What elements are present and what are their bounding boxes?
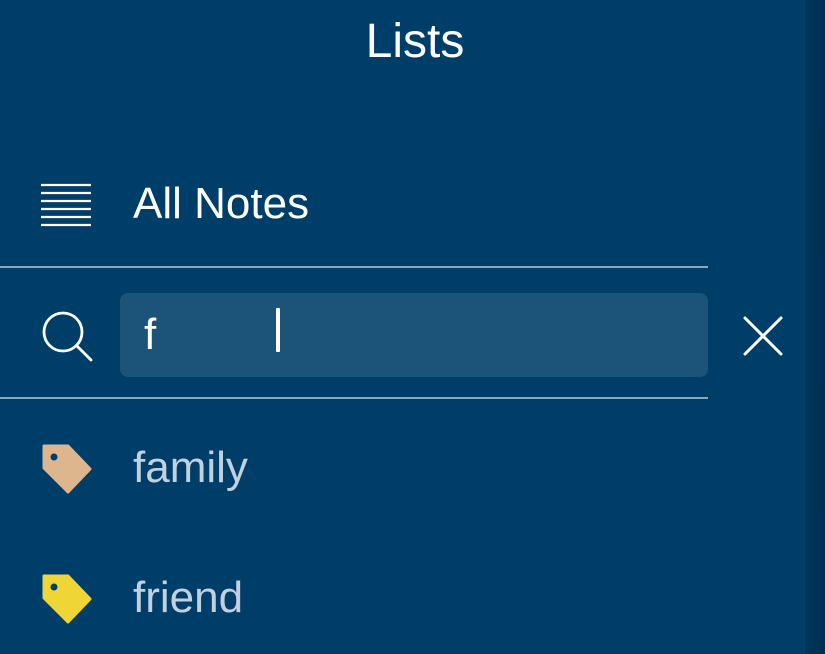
tag-item-friend[interactable]: friend — [0, 530, 708, 654]
tag-icon — [42, 574, 92, 624]
tag-label: friend — [133, 573, 244, 622]
all-notes-item[interactable]: All Notes — [0, 150, 708, 266]
search-icon — [42, 311, 93, 362]
divider-bottom — [0, 397, 708, 399]
lists-panel: Lists All Notes fami — [0, 0, 805, 654]
all-notes-label: All Notes — [133, 179, 310, 228]
page-title: Lists — [365, 15, 465, 68]
divider-top — [0, 266, 708, 268]
search-field[interactable] — [120, 293, 708, 377]
tag-label: family — [133, 443, 248, 492]
search-input[interactable] — [144, 310, 684, 360]
tag-item-family[interactable]: family — [0, 400, 708, 530]
panel-edge — [805, 0, 825, 654]
list-lines-icon — [41, 183, 91, 227]
text-caret — [276, 308, 280, 352]
close-icon[interactable] — [735, 308, 791, 364]
tag-icon — [42, 444, 92, 494]
